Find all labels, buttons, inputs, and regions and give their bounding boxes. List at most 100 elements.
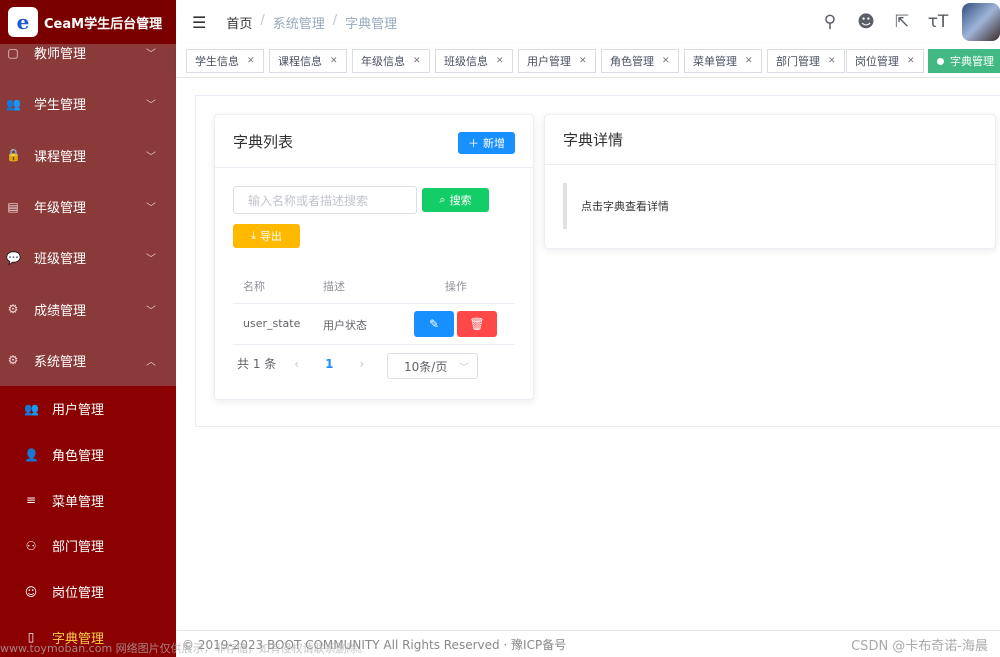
sidebar-item-class[interactable]: 💬 班级管理 ﹀ [0, 232, 176, 284]
sidebar-subitem-role[interactable]: 👤 角色管理 [0, 432, 176, 478]
prev-page-icon[interactable]: ‹ [294, 357, 299, 371]
sidebar-menu: ▢ 教师管理 ﹀ 👥 学生管理 ﹀ 🔒 课程管理 ﹀ ▤ 年级管理 ﹀ 💬 班级管理 ﹀ ⚙ 成绩管理… [0, 27, 176, 657]
close-icon[interactable]: ✕ [496, 56, 504, 66]
next-page-icon[interactable]: › [359, 357, 364, 371]
dict-detail-title: 字典详情 [563, 131, 624, 149]
edit-icon: ✎ [428, 317, 440, 331]
close-icon[interactable]: ✕ [907, 56, 915, 66]
sidebar: ▢ 教师管理 ﹀ 👥 学生管理 ﹀ 🔒 课程管理 ﹀ ▤ 年级管理 ﹀ 💬 班级管理 ﹀ ⚙ 成绩管理… [0, 0, 176, 657]
sidebar-subitem-post[interactable]: ☺ 岗位管理 [0, 569, 176, 615]
divider [233, 303, 515, 304]
add-button[interactable]: ＋ 新增 [458, 132, 515, 154]
close-icon[interactable]: ✕ [330, 56, 338, 66]
search-button[interactable]: ⌕ 搜索 [422, 188, 489, 212]
lock-icon: 🔒 [6, 148, 21, 163]
cell-desc[interactable]: 用户状态 [323, 317, 367, 333]
chevron-down-icon: ﹀ [146, 254, 156, 266]
sidebar-item-course[interactable]: 🔒 课程管理 ﹀ [0, 129, 176, 181]
edit-button[interactable]: ✎ [414, 311, 454, 337]
chevron-down-icon: ﹀ [146, 305, 156, 317]
export-button[interactable]: ⤓ 导出 [233, 224, 300, 248]
tag-role-manage[interactable]: 角色管理 ✕ [601, 49, 679, 73]
export-button-label: 导出 [259, 230, 282, 243]
tag-label: 部门管理 [776, 55, 820, 68]
column-header-name: 名称 [243, 280, 265, 293]
dict-detail-header: 字典详情 [545, 115, 995, 165]
sidebar-item-label: 用户管理 [52, 403, 105, 419]
column-header-action: 操作 [445, 280, 467, 293]
breadcrumb-system: 系统管理 [272, 16, 325, 32]
page-size-select[interactable]: 10条/页 ﹀ [387, 353, 478, 379]
tag-label: 班级信息 [444, 55, 488, 68]
tag-student-info[interactable]: 学生信息 ✕ [186, 49, 264, 73]
sidebar-item-label: 成绩管理 [34, 303, 87, 319]
font-size-icon[interactable]: τT [920, 12, 956, 32]
sidebar-item-label: 系统管理 [34, 354, 87, 370]
tag-dept-manage[interactable]: 部门管理 ✕ [767, 49, 845, 73]
close-icon[interactable]: ✕ [247, 56, 255, 66]
tag-grade-info[interactable]: 年级信息 ✕ [352, 49, 430, 73]
dict-detail-card: 字典详情 点击字典查看详情 [544, 114, 996, 249]
toolbar: ⚲ ☻ ⇱ τT [812, 0, 1000, 44]
tags-bar: 学生信息 ✕ 课程信息 ✕ 年级信息 ✕ 班级信息 ✕ 用户管理 ✕ 角色管理 ✕ 菜单管理… [176, 44, 1000, 78]
sidebar-item-label: 年级管理 [34, 201, 87, 217]
logo[interactable]: e CeaM学生后台管理 [0, 0, 176, 44]
sidebar-item-label: 菜单管理 [52, 494, 105, 510]
sidebar-item-label: 角色管理 [52, 449, 105, 465]
sidebar-subitem-user[interactable]: 👥 用户管理 [0, 386, 176, 432]
breadcrumb-home[interactable]: 首页 [226, 13, 252, 32]
add-button-label: 新增 [483, 137, 505, 150]
avatar[interactable] [962, 3, 1000, 41]
sidebar-item-label: 岗位管理 [52, 586, 105, 602]
close-icon[interactable]: ✕ [745, 56, 753, 66]
dict-detail-hint: 点击字典查看详情 [563, 183, 983, 229]
pagination: 共 1 条 ‹ 1 › [237, 355, 364, 372]
search-button-label: 搜索 [449, 194, 472, 207]
github-icon[interactable]: ☻ [848, 12, 884, 32]
page-number[interactable]: 1 [325, 357, 333, 371]
breadcrumb-separator: / [332, 12, 338, 28]
tag-label: 课程信息 [278, 55, 322, 68]
tag-dict-manage[interactable]: 字典管理 [928, 49, 1000, 73]
tag-menu-manage[interactable]: 菜单管理 ✕ [684, 49, 762, 73]
divider [233, 344, 515, 345]
close-icon[interactable]: ✕ [413, 56, 421, 66]
sidebar-item-label: 部门管理 [52, 540, 105, 556]
user-icon: 👤 [24, 447, 39, 462]
tag-user-manage[interactable]: 用户管理 ✕ [518, 49, 596, 73]
sidebar-item-student[interactable]: 👥 学生管理 ﹀ [0, 78, 176, 130]
cell-name[interactable]: user_state [243, 317, 300, 330]
users-icon: 👥 [24, 401, 39, 416]
sidebar-subitem-menu[interactable]: ≡ 菜单管理 [0, 477, 176, 523]
close-icon[interactable]: ✕ [579, 56, 587, 66]
tag-class-info[interactable]: 班级信息 ✕ [435, 49, 513, 73]
chevron-down-icon: ﹀ [146, 49, 156, 61]
post-icon: ☺ [24, 584, 38, 599]
close-icon[interactable]: ✕ [662, 56, 670, 66]
tag-course-info[interactable]: 课程信息 ✕ [269, 49, 347, 73]
breadcrumb-dict: 字典管理 [345, 16, 398, 32]
list-icon: ▤ [7, 199, 19, 214]
search-icon: ⌕ [439, 193, 446, 206]
sidebar-subitem-dept[interactable]: ⚇ 部门管理 [0, 523, 176, 569]
tag-label: 菜单管理 [693, 55, 737, 68]
sidebar-item-score[interactable]: ⚙ 成绩管理 ﹀ [0, 283, 176, 335]
fullscreen-icon[interactable]: ⇱ [884, 12, 920, 32]
content-container: 字典列表 ＋ 新增 输入名称或者描述搜索 ⌕ 搜索 ⤓ 导出 名称 描述 操作 use… [195, 95, 1000, 427]
column-header-desc: 描述 [323, 280, 345, 293]
search-icon[interactable]: ⚲ [812, 12, 848, 32]
sidebar-item-label: 班级管理 [34, 252, 87, 268]
tag-post-manage[interactable]: 岗位管理 ✕ [846, 49, 924, 73]
logo-icon: e [8, 7, 38, 37]
close-icon[interactable]: ✕ [828, 56, 836, 66]
topbar: ☰ 首页 / 系统管理 / 字典管理 ⚲ ☻ ⇱ τT [176, 0, 1000, 44]
sidebar-item-grade[interactable]: ▤ 年级管理 ﹀ [0, 180, 176, 233]
download-icon: ⤓ [251, 229, 256, 242]
page-size-value: 10条/页 [404, 359, 448, 374]
hamburger-icon[interactable]: ☰ [192, 13, 206, 32]
gear-icon: ⚙ [7, 302, 19, 317]
sidebar-item-system[interactable]: ⚙ 系统管理 ︿ [0, 334, 176, 387]
breadcrumb-separator: / [260, 12, 265, 28]
search-input[interactable]: 输入名称或者描述搜索 [233, 186, 417, 214]
delete-button[interactable]: 🗑 [457, 311, 497, 337]
